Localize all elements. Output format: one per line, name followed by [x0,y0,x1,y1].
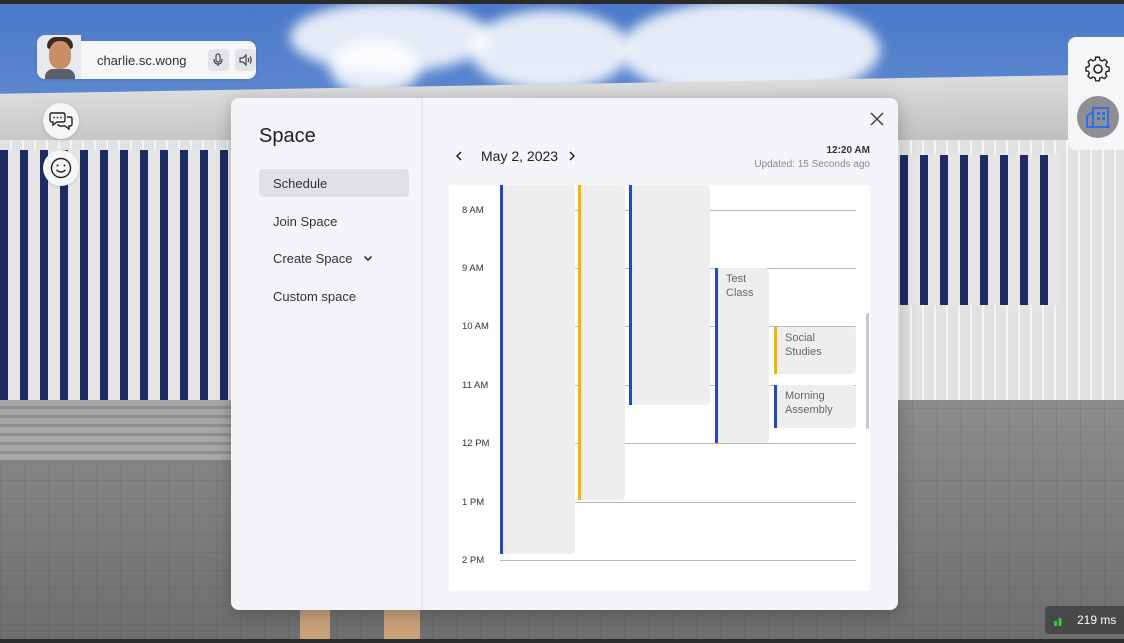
nav-item-create-space[interactable]: Create Space [259,244,409,272]
updated-status: Updated: 15 Seconds ago [754,159,870,170]
avatar-head [49,41,71,69]
microphone-icon [213,53,224,66]
chevron-down-icon [363,255,372,262]
avatar[interactable] [37,35,81,79]
user-name: charlie.sc.wong [96,52,187,68]
calendar-event[interactable] [500,185,575,554]
window-bottom-border [0,639,1124,643]
schedule-calendar[interactable]: 8 AM 9 AM 10 AM 11 AM 12 PM 1 PM 2 PM Te… [449,185,870,591]
nav-item-label: Schedule [273,175,328,191]
right-toolbar [1068,37,1124,150]
space-modal: Space Schedule Join Space Create Space C… [231,98,898,610]
calendar-event-social-studies[interactable]: Social Studies [774,327,856,374]
building-louvers [0,150,240,400]
ping-value: 219 ms [1077,613,1117,627]
hour-label: 11 AM [462,380,489,391]
nav-item-label: Custom space [273,288,357,304]
event-label: Social Studies [785,332,822,358]
hour-label: 9 AM [462,263,484,274]
event-label: Test Class [726,273,754,299]
microphone-button[interactable] [207,49,229,71]
chat-icon [49,112,73,131]
speaker-button[interactable] [235,49,257,71]
calendar-event[interactable] [578,185,625,500]
modal-sidebar: Space Schedule Join Space Create Space C… [231,98,423,610]
smiley-icon [50,157,72,179]
speaker-icon [238,54,252,66]
calendar-event-test-class[interactable]: Test Class [715,268,769,443]
gear-icon[interactable] [1085,56,1111,82]
emoji-button[interactable] [43,150,79,186]
current-time: 12:20 AM [826,145,870,156]
modal-title: Space [259,125,316,147]
building-louvers [880,155,1060,305]
user-chip: charlie.sc.wong [37,35,257,79]
chevron-right-icon[interactable] [567,150,577,162]
chevron-left-icon[interactable] [454,150,464,162]
avatar-shirt [45,69,75,79]
hour-label: 12 PM [462,438,490,449]
signal-bars-icon [1054,618,1062,626]
building-icon [1086,107,1110,128]
calendar-event[interactable] [629,185,710,405]
hour-label: 2 PM [462,555,485,566]
nav-item-label: Create Space [273,250,353,266]
nav-item-label: Join Space [273,213,338,229]
ping-indicator: 219 ms [1045,606,1124,634]
nav-item-join-space[interactable]: Join Space [259,207,409,235]
close-icon[interactable] [869,111,885,127]
hour-label: 10 AM [462,321,489,332]
cloud [470,10,630,90]
hour-label: 8 AM [462,205,484,216]
hour-gridline [500,560,856,561]
event-label: Morning Assembly [785,390,833,416]
window-top-border [0,0,1124,4]
nav-item-custom-space[interactable]: Custom space [259,282,409,310]
nav-item-schedule[interactable]: Schedule [259,169,409,197]
chat-button[interactable] [43,103,79,139]
calendar-event-morning-assembly[interactable]: Morning Assembly [774,385,856,428]
space-button[interactable] [1077,96,1119,138]
hour-label: 1 PM [462,497,485,508]
calendar-date: May 2, 2023 [481,148,559,164]
calendar-scrollbar[interactable] [866,313,869,429]
